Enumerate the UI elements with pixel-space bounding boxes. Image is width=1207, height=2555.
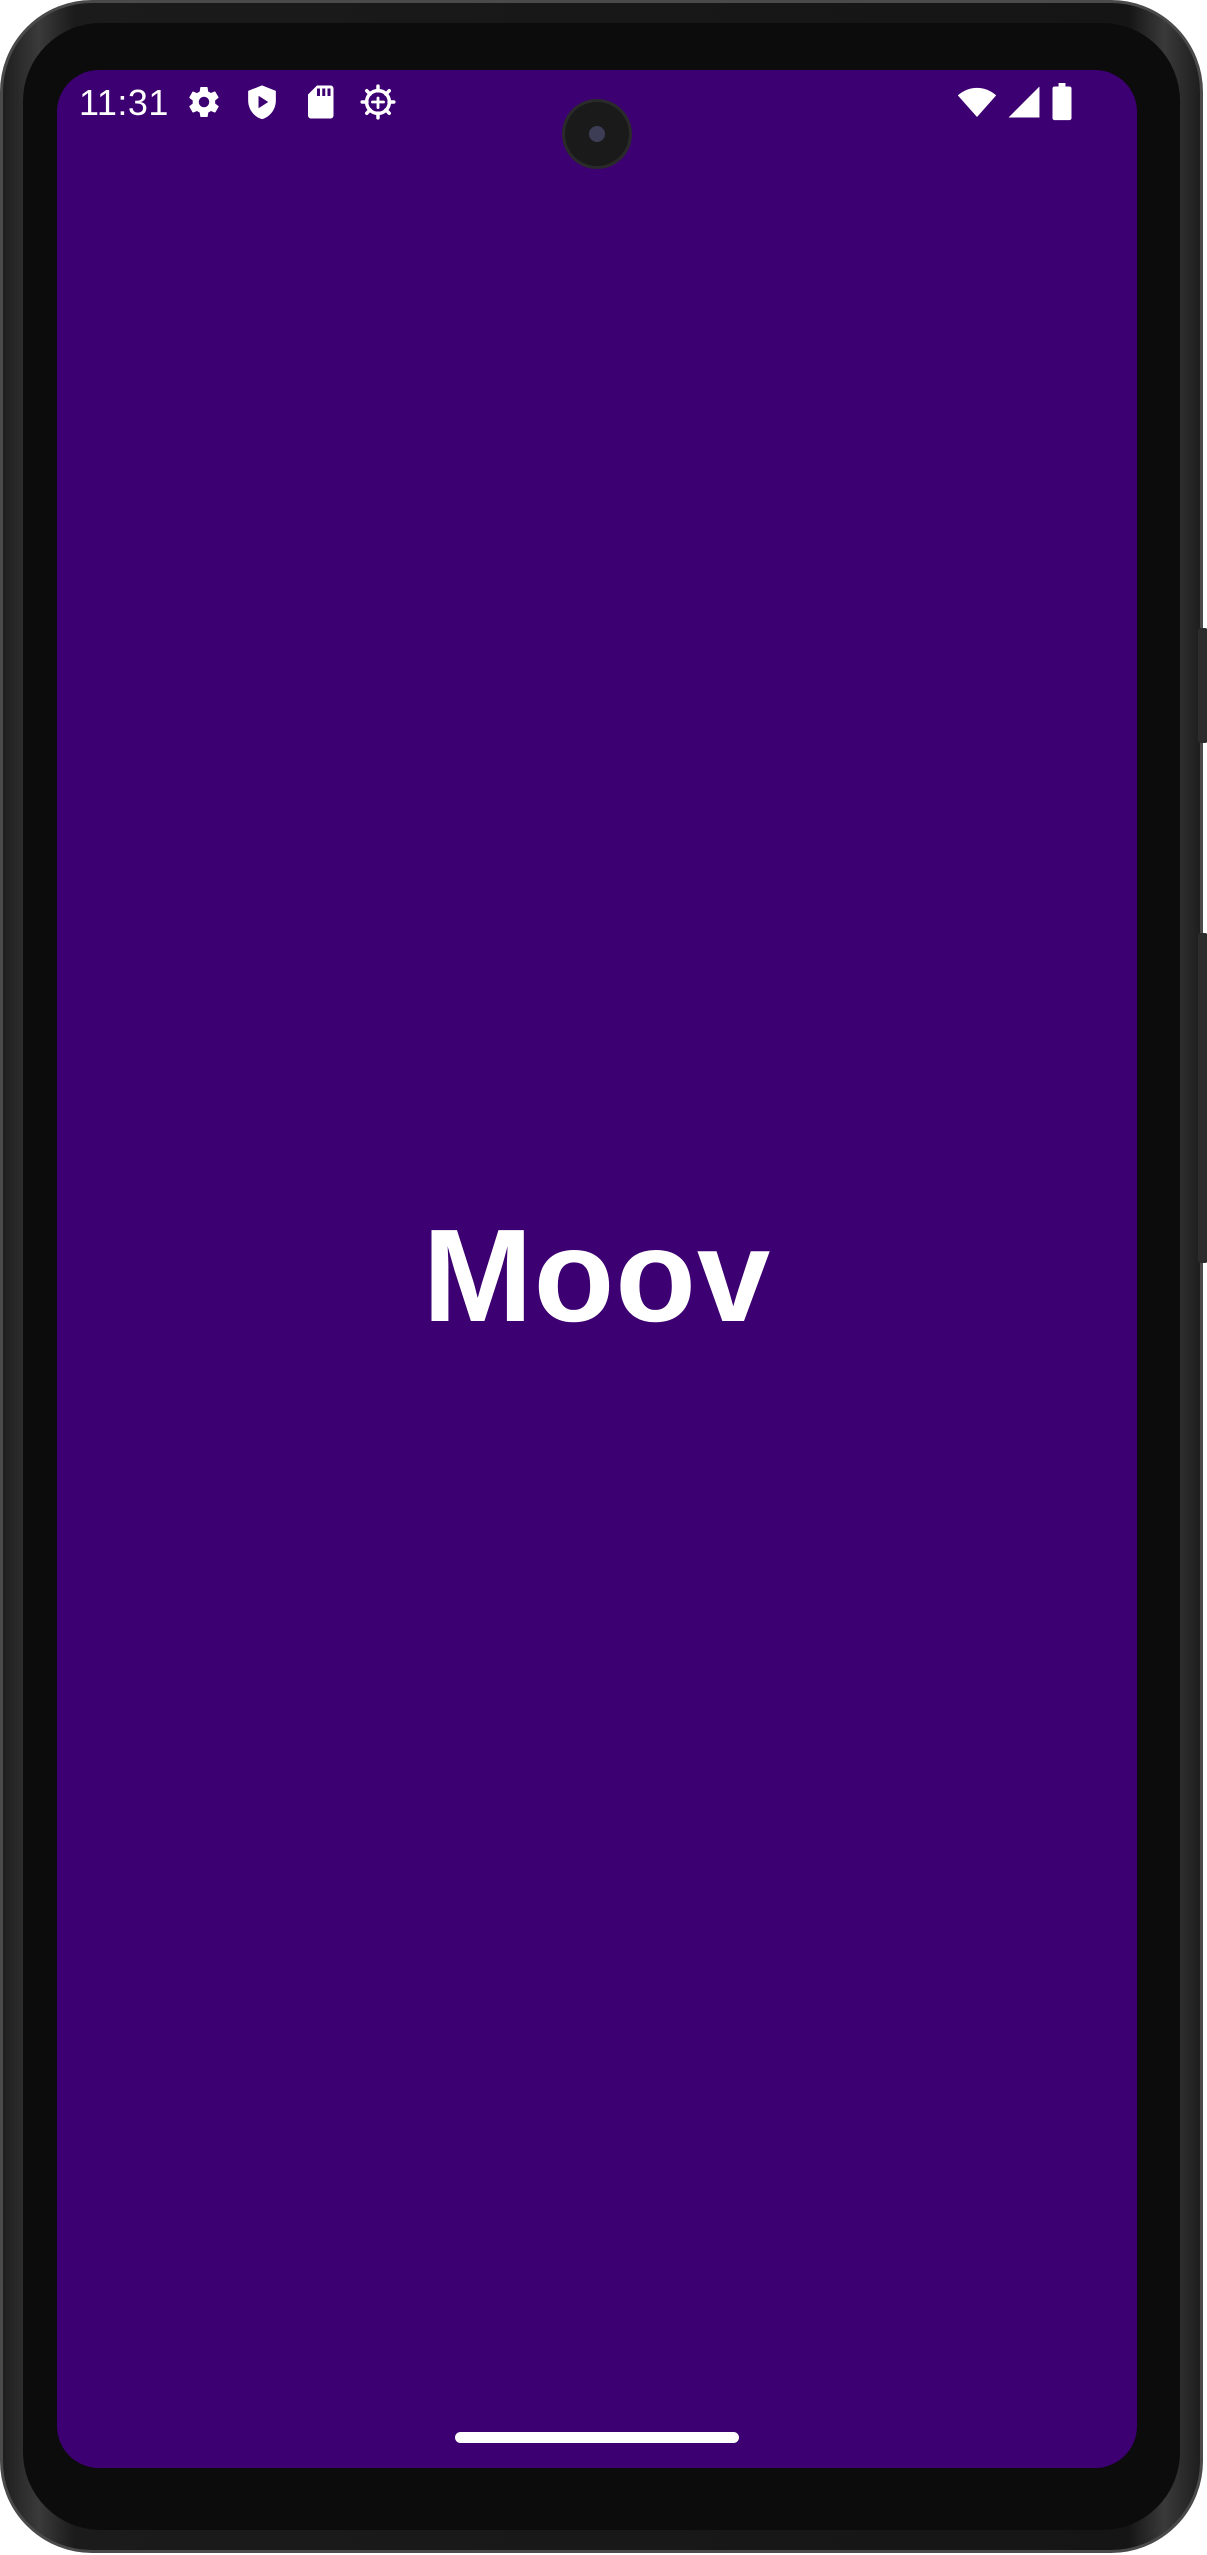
- status-icons-right: [947, 82, 1073, 122]
- status-icons-left: [185, 82, 417, 122]
- wifi-icon: [957, 83, 997, 121]
- status-time: 11:31: [79, 82, 169, 123]
- volume-button: [1198, 628, 1207, 743]
- cell-signal-icon: [1007, 83, 1041, 121]
- debug-icon: [359, 83, 397, 121]
- phone-screen: 11:31 Moov: [57, 70, 1137, 2468]
- play-protect-icon: [243, 83, 281, 121]
- battery-icon: [1051, 83, 1073, 121]
- home-indicator[interactable]: [455, 2432, 739, 2443]
- app-logo: Moov: [422, 1202, 772, 1349]
- settings-icon: [185, 83, 223, 121]
- front-camera: [565, 102, 629, 166]
- sd-card-icon: [301, 83, 339, 121]
- power-button: [1198, 933, 1207, 1263]
